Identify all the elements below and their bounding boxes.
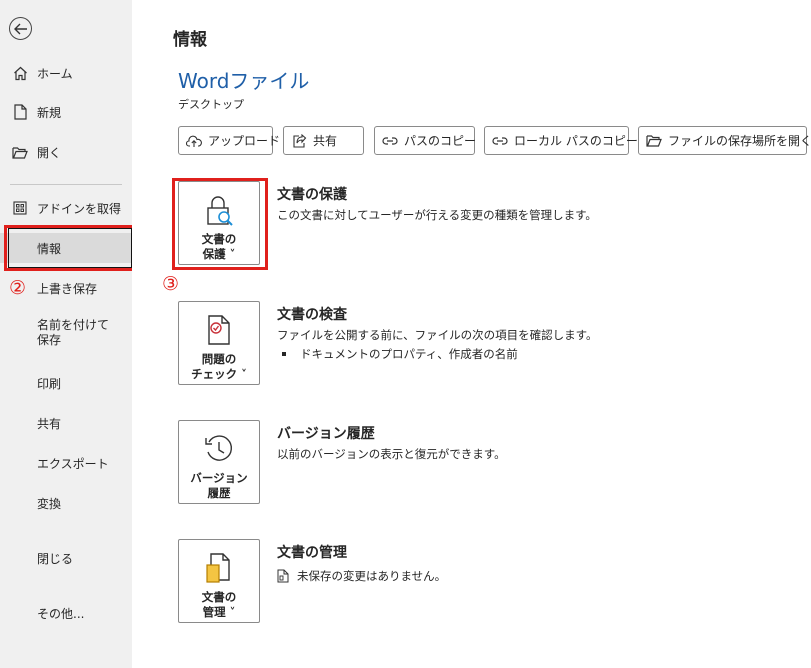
manage-document-status: 未保存の変更はありません。 (277, 568, 446, 584)
sidebar-item-label: 上書き保存 (37, 281, 98, 296)
manage-document-icon (203, 552, 235, 584)
page-title: 情報 (173, 30, 207, 50)
sidebar-item-save-as[interactable]: 名前を付けて保存 (0, 318, 132, 352)
back-arrow-icon[interactable] (9, 17, 32, 40)
sidebar-item-label: 名前を付けて保存 (37, 318, 110, 347)
addins-grid-icon (12, 200, 28, 216)
check-for-issues-label: 問題の チェック ˅ (191, 352, 247, 381)
sidebar-item-home[interactable]: ホーム (0, 58, 132, 88)
upload-label: アップロード (208, 134, 281, 148)
manage-document-section: 文書の 管理 ˅ 文書の管理 未保存の変更はありません。 (178, 539, 778, 629)
sidebar-item-label: 閉じる (37, 551, 74, 566)
sidebar-item-label: 共有 (37, 416, 62, 431)
open-file-location-button[interactable]: ファイルの保存場所を開く (638, 126, 811, 155)
bullet-square (282, 352, 286, 356)
inspect-document-title: 文書の検査 (277, 307, 347, 323)
sidebar-item-print[interactable]: 印刷 (0, 368, 132, 398)
document-location: デスクトップ (178, 98, 244, 111)
sidebar-item-share[interactable]: 共有 (0, 408, 132, 438)
manage-document-title: 文書の管理 (277, 545, 347, 561)
version-history-description: 以前のバージョンの表示と復元ができます。 (277, 447, 506, 461)
sidebar-item-close[interactable]: 閉じる (0, 543, 132, 573)
protect-document-description: この文書に対してユーザーが行える変更の種類を管理します。 (277, 208, 597, 222)
version-history-title: バージョン履歴 (277, 426, 375, 442)
sidebar-item-label: その他... (37, 606, 85, 621)
history-clock-icon (203, 433, 235, 465)
share-icon (291, 133, 307, 149)
new-document-icon (12, 104, 28, 120)
upload-button[interactable]: アップロード (178, 126, 280, 155)
version-history-button[interactable]: バージョン 履歴 (178, 420, 260, 504)
sidebar-item-label: ホーム (37, 66, 73, 81)
copy-path-label: パスのコピー (404, 134, 477, 148)
info-pane: 情報 Wordファイル デスクトップ アップロード 共有 パスのコピー ローカル… (132, 0, 811, 668)
link-icon (492, 133, 508, 149)
inspect-bullet-text: ドキュメントのプロパティ、作成者の名前 (300, 347, 518, 361)
sidebar-item-new[interactable]: 新規 (0, 97, 132, 127)
inspect-document-description: ファイルを公開する前に、ファイルの次の項目を確認します。 (277, 328, 598, 342)
copy-local-path-button[interactable]: ローカル パスのコピー (484, 126, 638, 155)
inspect-bullet: ドキュメントのプロパティ、作成者の名前 (282, 346, 518, 362)
protect-document-title: 文書の保護 (277, 187, 347, 203)
sidebar-item-more[interactable]: その他... (0, 598, 132, 628)
sidebar-item-transform[interactable]: 変換 (0, 488, 132, 518)
share-label: 共有 (313, 134, 338, 148)
sidebar-item-label: 新規 (37, 105, 62, 120)
home-icon (12, 65, 28, 81)
sidebar-item-label: 変換 (37, 496, 62, 511)
link-icon (382, 133, 398, 149)
step3-marker: ③ (162, 273, 180, 295)
sidebar-item-open[interactable]: 開く (0, 137, 132, 167)
document-info-icon (277, 569, 289, 583)
cloud-upload-icon (186, 133, 202, 149)
open-file-location-label: ファイルの保存場所を開く (668, 134, 811, 148)
selection-outline (8, 228, 132, 268)
sidebar-item-get-addins[interactable]: アドインを取得 (0, 193, 132, 223)
check-for-issues-button[interactable]: 問題の チェック ˅ (178, 301, 260, 385)
sidebar-item-label: 印刷 (37, 376, 62, 391)
version-history-label: バージョン 履歴 (190, 471, 248, 500)
folder-icon (646, 133, 662, 149)
copy-path-button[interactable]: パスのコピー (374, 126, 477, 155)
sidebar-item-export[interactable]: エクスポート (0, 448, 132, 478)
document-title: Wordファイル (178, 69, 310, 93)
protect-document-section: 文書の 保護 ˅ 文書の保護 この文書に対してユーザーが行える変更の種類を管理し… (178, 181, 778, 271)
sidebar-item-label: 開く (37, 145, 62, 160)
manage-document-description: 未保存の変更はありません。 (297, 569, 447, 583)
manage-document-label: 文書の 管理 ˅ (201, 590, 237, 619)
sidebar-item-label: アドインを取得 (37, 201, 122, 216)
step2-marker: ② (9, 277, 27, 299)
share-button[interactable]: 共有 (283, 126, 364, 155)
folder-open-icon (12, 144, 28, 160)
manage-document-button[interactable]: 文書の 管理 ˅ (178, 539, 260, 623)
version-history-section: バージョン 履歴 バージョン履歴 以前のバージョンの表示と復元ができます。 (178, 420, 778, 510)
sidebar-item-label: エクスポート (37, 456, 109, 471)
copy-local-path-label: ローカル パスのコピー (514, 134, 638, 148)
backstage-sidebar: ホーム 新規 開く アドインを取得 情報 上書き保存 名前を付けて保存 印刷 共… (0, 0, 132, 668)
inspect-document-section: 問題の チェック ˅ 文書の検査 ファイルを公開する前に、ファイルの次の項目を確… (178, 301, 778, 391)
sidebar-divider (10, 184, 122, 185)
step3-highlight-box (172, 178, 268, 270)
document-check-icon (203, 314, 235, 346)
